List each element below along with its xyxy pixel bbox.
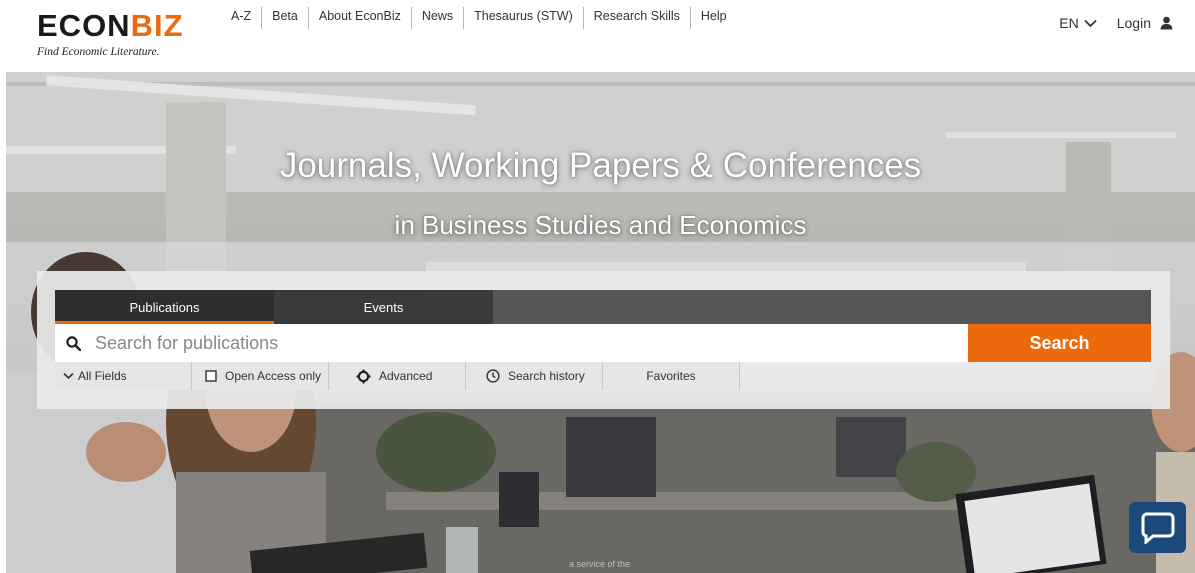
- chevron-down-icon: [63, 372, 74, 380]
- favorites-label: Favorites: [646, 369, 696, 383]
- logo-wordmark: ECONBIZ: [37, 8, 184, 43]
- clock-icon: [486, 369, 500, 383]
- nav-about-econbiz[interactable]: About EconBiz: [309, 7, 411, 29]
- chat-bubble-icon: [1141, 512, 1174, 544]
- nav-help[interactable]: Help: [691, 7, 737, 29]
- advanced-label: Advanced: [379, 369, 433, 383]
- login-link[interactable]: Login: [1117, 15, 1173, 31]
- nav-a-z[interactable]: A-Z: [231, 7, 261, 29]
- search-button[interactable]: Search: [968, 324, 1151, 362]
- gear-icon: [356, 369, 371, 383]
- search-bar: Search: [55, 324, 1151, 362]
- logo-tagline: Find Economic Literature.: [37, 46, 160, 58]
- language-label: EN: [1059, 15, 1079, 31]
- search-icon: [66, 335, 81, 351]
- search-history-button[interactable]: Search history: [466, 362, 603, 390]
- all-fields-dropdown[interactable]: All Fields: [55, 362, 192, 390]
- nav-research-skills[interactable]: Research Skills: [584, 7, 690, 29]
- language-selector[interactable]: EN: [1059, 15, 1097, 31]
- favorites-button[interactable]: Favorites: [603, 362, 740, 390]
- header-tools: EN Login: [1059, 15, 1173, 31]
- open-access-label: Open Access only: [225, 369, 322, 383]
- nav-thesaurus[interactable]: Thesaurus (STW): [464, 7, 583, 29]
- search-history-label: Search history: [508, 369, 585, 383]
- top-navigation: A-Z Beta About EconBiz News Thesaurus (S…: [231, 7, 737, 29]
- user-icon: [1160, 16, 1173, 30]
- tab-publications[interactable]: Publications: [55, 290, 274, 324]
- hero-subtitle: in Business Studies and Economics: [394, 210, 807, 240]
- all-fields-label: All Fields: [78, 369, 127, 383]
- service-note: a service of the: [569, 559, 631, 569]
- search-options: All Fields Open Access only Advanced Sea…: [55, 362, 740, 390]
- search-panel: Publications Events Search All Fields Op…: [37, 271, 1170, 409]
- chevron-down-icon: [1084, 19, 1097, 27]
- tab-events[interactable]: Events: [274, 290, 493, 324]
- login-label: Login: [1116, 15, 1151, 31]
- search-input[interactable]: [95, 332, 955, 354]
- econbiz-logo[interactable]: ECONBIZ Find Economic Literature.: [37, 8, 184, 59]
- nav-beta[interactable]: Beta: [262, 7, 308, 29]
- search-tabs: Publications Events: [55, 290, 1151, 324]
- checkbox-icon: [205, 370, 217, 382]
- site-header: ECONBIZ Find Economic Literature. A-Z Be…: [0, 0, 1195, 72]
- hero-title: Journals, Working Papers & Conferences: [279, 146, 922, 185]
- chat-button[interactable]: [1129, 502, 1186, 553]
- advanced-search-button[interactable]: Advanced: [329, 362, 466, 390]
- open-access-checkbox[interactable]: Open Access only: [192, 362, 329, 390]
- nav-news[interactable]: News: [412, 7, 463, 29]
